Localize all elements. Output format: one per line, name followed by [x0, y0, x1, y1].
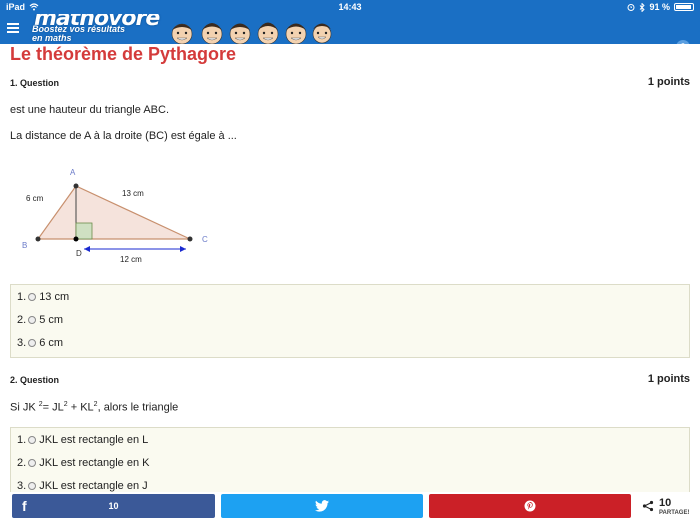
question-1-text-2: La distance de A à la droite (BC) est ég…: [10, 130, 237, 142]
question-1-header: 1. Question 1 points: [10, 76, 690, 92]
status-time: 14:43: [338, 2, 362, 12]
bluetooth-icon: [640, 2, 646, 12]
logo-tagline: Boostez vos résultats en maths: [32, 24, 126, 43]
answer-option[interactable]: 2. 5 cm: [17, 314, 63, 326]
question-1-answers: 1. 13 cm 2. 5 cm 3. 6 cm: [10, 284, 690, 358]
quiz-content: Le théorème de Pythagore 1. Question 1 p…: [0, 44, 700, 492]
status-right: 91 %: [627, 2, 694, 12]
point-d-label: D: [76, 249, 82, 258]
facebook-share-count: 10: [108, 501, 119, 511]
pinterest-share-button[interactable]: [429, 494, 631, 518]
question-2-label: 2. Question: [10, 375, 60, 385]
radio-icon[interactable]: [28, 293, 37, 301]
side-ac-label: 13 cm: [122, 189, 144, 198]
facebook-share-button[interactable]: f 10: [12, 494, 215, 518]
battery-percent: 91 %: [649, 2, 670, 12]
answer-option[interactable]: 1. 13 cm: [17, 291, 69, 303]
answer-option[interactable]: 2. JKL est rectangle en K: [17, 457, 149, 469]
share-bar: f 10 10 PARTAGE!: [0, 492, 700, 525]
point-a-label: A: [70, 168, 76, 177]
question-2-text: Si JK 2= JL2 + KL2, alors le triangle: [10, 401, 179, 414]
mascot-faces-banner: [171, 22, 332, 44]
twitter-icon: [315, 500, 329, 512]
share-total-count: 10: [659, 497, 672, 509]
alarm-icon: [627, 4, 635, 11]
answer-option[interactable]: 3. JKL est rectangle en J: [17, 480, 148, 492]
question-2-points: 1 points: [647, 373, 690, 385]
point-c-label: C: [202, 235, 208, 244]
question-2-header: 2. Question 1 points: [10, 373, 690, 389]
share-total-label: PARTAGE!: [659, 510, 690, 516]
question-1-text-1: est une hauteur du triangle ABC.: [10, 104, 169, 116]
point-b-label: B: [22, 241, 27, 250]
twitter-share-button[interactable]: [221, 494, 423, 518]
share-icon: [642, 500, 654, 512]
triangle-figure: A B C D 6 cm 13 cm 12 cm: [22, 168, 208, 264]
question-2-answers: 1. JKL est rectangle en L 2. JKL est recta…: [10, 427, 690, 492]
page-title: Le théorème de Pythagore: [10, 44, 237, 64]
app-header: mathovore Boostez vos résultats en maths: [0, 14, 700, 44]
status-bar: iPad 14:43 91 %: [0, 0, 700, 14]
radio-icon[interactable]: [28, 436, 37, 444]
menu-icon[interactable]: [7, 23, 19, 33]
answer-option[interactable]: 3. 6 cm: [17, 337, 63, 349]
radio-icon[interactable]: [28, 482, 37, 490]
facebook-icon: f: [22, 498, 27, 514]
side-ab-label: 6 cm: [26, 194, 44, 203]
question-1-points: 1 points: [647, 76, 690, 88]
share-total[interactable]: 10 PARTAGE!: [640, 494, 700, 522]
question-1-label: 1. Question: [10, 78, 60, 88]
side-bc-label: 12 cm: [120, 255, 142, 264]
answer-option[interactable]: 1. JKL est rectangle en L: [17, 434, 148, 446]
radio-icon[interactable]: [28, 459, 37, 467]
pinterest-icon: [524, 500, 536, 512]
radio-icon[interactable]: [28, 339, 37, 347]
battery-icon: [674, 3, 694, 11]
radio-icon[interactable]: [28, 316, 37, 324]
